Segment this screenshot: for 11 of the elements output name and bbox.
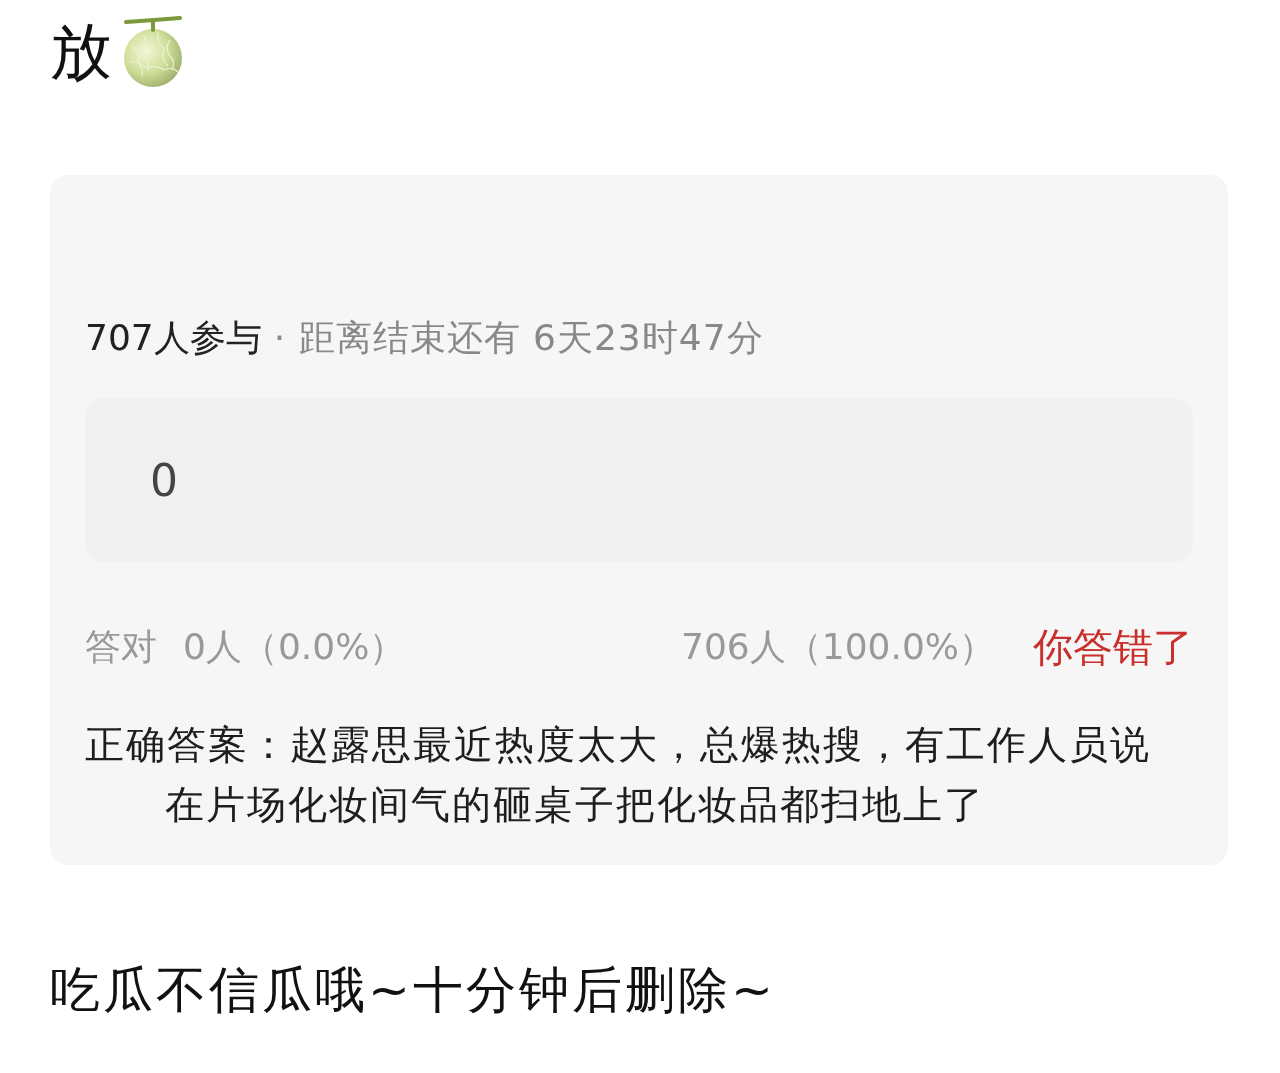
countdown-text: · 距离结束还有 6天23时47分: [273, 315, 764, 360]
answer-option[interactable]: 0: [85, 398, 1193, 562]
answer-text: 在片场化妆间气的砸桌子把化妆品都扫地上了: [164, 781, 986, 829]
wrong-count: 706人（100.0%）: [681, 624, 995, 669]
post-title: 放: [50, 14, 112, 90]
correct-label: 答对: [85, 624, 157, 669]
answer-text: 正确答案：赵露思最近热度太大，总爆热搜，有工作人员说: [85, 721, 1152, 769]
correct-count: 0人（0.0%）: [183, 624, 406, 669]
participant-count: 707人参与: [85, 315, 262, 360]
post-text: 吃瓜不信瓜哦~十分钟后删除~: [50, 960, 776, 1021]
verdict-text: 你答错了: [1033, 622, 1193, 672]
